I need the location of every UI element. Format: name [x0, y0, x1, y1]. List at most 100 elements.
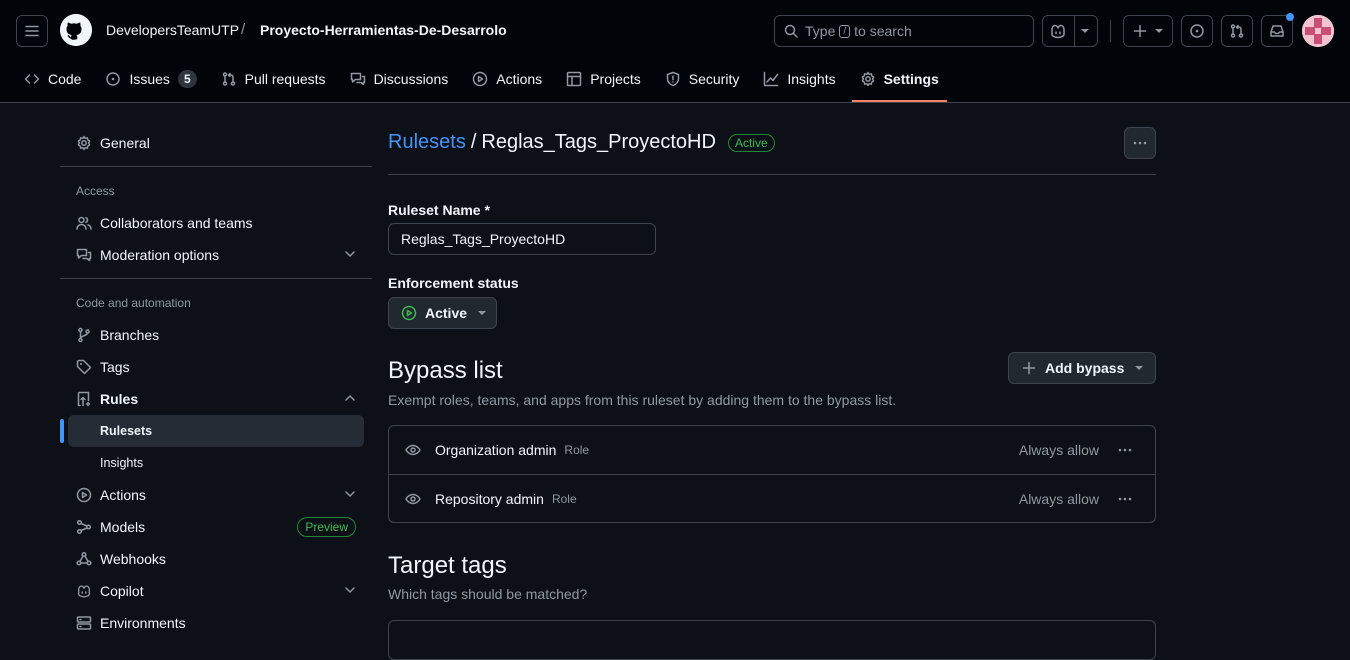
kebab-horizontal-icon[interactable]: [1117, 442, 1133, 458]
search-icon: [784, 24, 798, 38]
sidebar-item-collaborators[interactable]: Collaborators and teams: [68, 207, 364, 239]
caret-down-icon: [1081, 29, 1090, 33]
copilot-icon: [1051, 24, 1066, 39]
sidebar-item-webhooks[interactable]: Webhooks: [68, 543, 364, 575]
sidebar-item-environments[interactable]: Environments: [68, 607, 364, 639]
bypass-actor-type: Role: [551, 491, 577, 506]
path-separator: /: [241, 21, 246, 38]
enforcement-status-dropdown[interactable]: Active: [388, 297, 497, 329]
issues-button[interactable]: [1181, 15, 1213, 47]
repo-tabs: Code Issues 5 Pull requests Discussions …: [16, 62, 955, 102]
sidebar-divider: [60, 166, 372, 167]
tab-label: Actions: [496, 71, 543, 87]
inbox-icon: [1270, 25, 1284, 37]
kebab-horizontal-icon[interactable]: [1117, 491, 1133, 507]
page-title: Rulesets / Reglas_Tags_ProyectoHD Active: [388, 131, 775, 154]
tab-settings[interactable]: Settings: [851, 62, 948, 102]
sidebar-item-models[interactable]: Models Preview: [68, 511, 364, 543]
list-item: Repository admin Role Always allow: [389, 474, 1155, 522]
enforcement-status-label: Enforcement status: [388, 275, 519, 291]
eye-icon: [405, 493, 421, 504]
tab-label: Pull requests: [244, 71, 326, 87]
ruleset-name-label: Ruleset Name *: [388, 202, 490, 218]
tab-pull-requests[interactable]: Pull requests: [213, 62, 334, 96]
tab-insights[interactable]: Insights: [755, 62, 843, 96]
issues-count-badge: 5: [177, 70, 197, 88]
copilot-button[interactable]: [1042, 15, 1098, 47]
ruleset-name-field[interactable]: [388, 223, 656, 255]
bypass-actor-type: Role: [564, 443, 590, 457]
repo-owner-link[interactable]: DevelopersTeamUTP: [106, 22, 239, 38]
tab-security[interactable]: Security: [657, 62, 748, 96]
sidebar-item-copilot[interactable]: Copilot: [68, 575, 364, 607]
caret-down-icon: [478, 311, 487, 315]
pull-requests-button[interactable]: [1221, 15, 1253, 47]
menu-button[interactable]: [16, 15, 48, 47]
target-tags-panel: [388, 620, 1156, 660]
table-icon: [566, 71, 582, 87]
add-bypass-button[interactable]: Add bypass: [1008, 352, 1156, 384]
tab-code[interactable]: Code: [16, 62, 89, 96]
search-placeholder: Type / to search: [805, 23, 912, 39]
bypass-mode: Always allow: [1018, 490, 1099, 507]
sidebar-heading-access: Access: [76, 184, 115, 198]
server-icon: [76, 616, 92, 630]
rulesets-breadcrumb-link[interactable]: Rulesets: [388, 131, 466, 154]
webhook-icon: [76, 551, 92, 566]
sidebar-item-label: Models: [100, 519, 146, 535]
sidebar-item-label: Moderation options: [100, 247, 220, 263]
target-tags-description: Which tags should be matched?: [388, 586, 588, 602]
bypass-actor-name: Repository admin: [435, 490, 544, 507]
sidebar-item-moderation[interactable]: Moderation options: [68, 239, 364, 271]
sidebar-item-rule-insights[interactable]: Insights: [68, 447, 364, 479]
repo-name-link[interactable]: Proyecto-Herramientas-De-Desarrolo: [260, 22, 507, 38]
sidebar-item-tags[interactable]: Tags: [68, 351, 364, 383]
user-avatar[interactable]: [1302, 15, 1334, 47]
sidebar-item-branches[interactable]: Branches: [68, 319, 364, 351]
more-options-button[interactable]: [1124, 127, 1156, 159]
identicon-icon: [1302, 15, 1334, 47]
target-tags-heading: Target tags: [388, 552, 507, 579]
tab-discussions[interactable]: Discussions: [342, 62, 457, 96]
tab-actions[interactable]: Actions: [464, 62, 550, 96]
search-shortcut-key: /: [839, 24, 851, 38]
tab-label: Discussions: [373, 71, 449, 87]
plus-icon: [1133, 24, 1147, 38]
sidebar-item-actions[interactable]: Actions: [68, 479, 364, 511]
search-prefix: Type: [805, 23, 836, 39]
people-icon: [76, 216, 92, 230]
sidebar-heading-code: Code and automation: [76, 296, 191, 310]
sidebar-item-general[interactable]: General: [68, 127, 364, 159]
sidebar-divider: [60, 278, 372, 279]
header-divider: [1110, 20, 1111, 42]
ruleset-title: Reglas_Tags_ProyectoHD: [481, 131, 716, 153]
create-new-button[interactable]: [1123, 15, 1173, 47]
gear-icon: [77, 135, 91, 151]
shield-icon: [666, 71, 680, 87]
enforcement-value: Active: [425, 305, 468, 321]
chevron-down-icon: [345, 587, 355, 593]
play-icon: [473, 71, 488, 87]
tab-issues[interactable]: Issues 5: [97, 62, 204, 96]
chevron-down-icon: [345, 491, 355, 497]
sidebar-item-label: Webhooks: [100, 551, 166, 567]
sidebar-item-label: Copilot: [100, 583, 144, 599]
caret-down-icon: [1155, 29, 1163, 33]
bypass-actor-name: Organization admin: [435, 442, 557, 458]
tab-projects[interactable]: Projects: [558, 62, 649, 96]
play-icon: [401, 305, 417, 321]
comment-discussion-icon: [350, 72, 365, 86]
add-bypass-label: Add bypass: [1045, 360, 1125, 376]
plus-icon: [1022, 361, 1036, 375]
sidebar-item-label: Tags: [100, 359, 130, 375]
comment-discussion-icon: [76, 248, 92, 262]
tag-icon: [76, 359, 92, 375]
preview-badge: Preview: [297, 517, 356, 537]
global-header: DevelopersTeamUTP / Proyecto-Herramienta…: [0, 0, 1350, 103]
github-logo-icon[interactable]: [60, 14, 92, 46]
sidebar-item-label: Branches: [100, 327, 160, 343]
sidebar-item-rules[interactable]: Rules: [68, 383, 364, 415]
sidebar-item-rulesets[interactable]: Rulesets: [60, 415, 364, 447]
search-input[interactable]: Type / to search: [774, 15, 1034, 47]
git-pull-request-icon: [1230, 24, 1244, 38]
